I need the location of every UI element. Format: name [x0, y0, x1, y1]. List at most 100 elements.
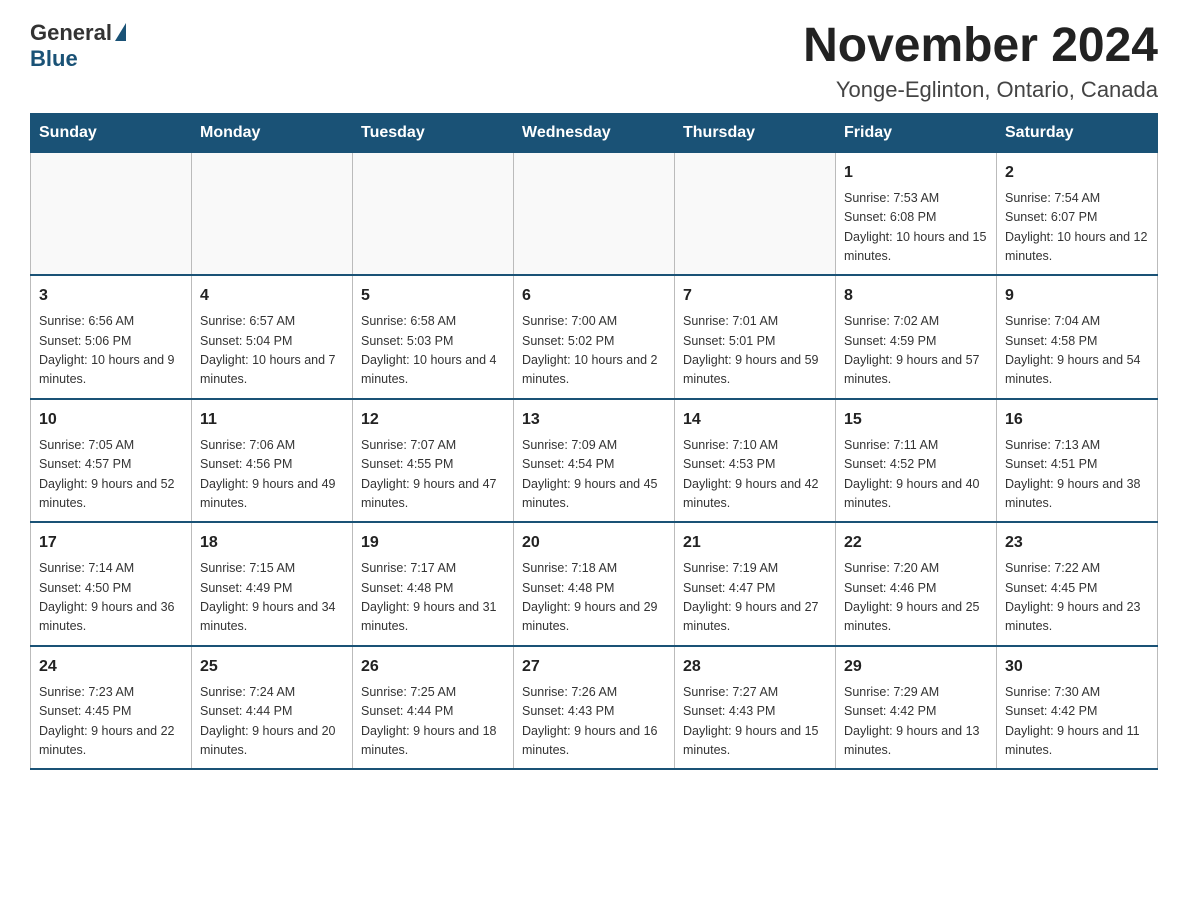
calendar-cell: 9 Sunrise: 7:04 AMSunset: 4:58 PMDaylight… — [997, 275, 1158, 399]
day-number: 19 — [361, 531, 505, 555]
day-info: Sunrise: 7:20 AMSunset: 4:46 PMDaylight:… — [844, 559, 988, 637]
day-number: 13 — [522, 408, 666, 432]
day-info: Sunrise: 7:15 AMSunset: 4:49 PMDaylight:… — [200, 559, 344, 637]
calendar-cell: 22 Sunrise: 7:20 AMSunset: 4:46 PMDayligh… — [836, 522, 997, 646]
calendar-header-saturday: Saturday — [997, 113, 1158, 152]
day-number: 14 — [683, 408, 827, 432]
calendar-cell: 6Sunrise: 7:00 AMSunset: 5:02 PMDaylight… — [514, 275, 675, 399]
day-number: 17 — [39, 531, 183, 555]
page-header: General Blue November 2024 Yonge-Eglinto… — [30, 20, 1158, 103]
calendar-cell: 30 Sunrise: 7:30 AMSunset: 4:42 PMDayligh… — [997, 646, 1158, 770]
calendar-cell: 17 Sunrise: 7:14 AMSunset: 4:50 PMDayligh… — [31, 522, 192, 646]
calendar-header-thursday: Thursday — [675, 113, 836, 152]
day-info: Sunrise: 7:53 AMSunset: 6:08 PMDaylight:… — [844, 189, 988, 267]
calendar-cell: 29 Sunrise: 7:29 AMSunset: 4:42 PMDayligh… — [836, 646, 997, 770]
day-number: 12 — [361, 408, 505, 432]
day-number: 22 — [844, 531, 988, 555]
calendar-cell: 28Sunrise: 7:27 AMSunset: 4:43 PMDayligh… — [675, 646, 836, 770]
logo-general-text: General — [30, 20, 112, 46]
calendar-cell: 3 Sunrise: 6:56 AMSunset: 5:06 PMDaylight… — [31, 275, 192, 399]
calendar-cell: 2Sunrise: 7:54 AMSunset: 6:07 PMDaylight… — [997, 152, 1158, 275]
day-info: Sunrise: 7:54 AMSunset: 6:07 PMDaylight:… — [1005, 189, 1149, 267]
day-info: Sunrise: 7:17 AMSunset: 4:48 PMDaylight:… — [361, 559, 505, 637]
day-number: 10 — [39, 408, 183, 432]
calendar-cell: 23 Sunrise: 7:22 AMSunset: 4:45 PMDayligh… — [997, 522, 1158, 646]
calendar-cell: 20 Sunrise: 7:18 AMSunset: 4:48 PMDayligh… — [514, 522, 675, 646]
day-info: Sunrise: 7:09 AMSunset: 4:54 PMDaylight:… — [522, 436, 666, 514]
calendar-cell: 19 Sunrise: 7:17 AMSunset: 4:48 PMDayligh… — [353, 522, 514, 646]
calendar-cell: 26Sunrise: 7:25 AMSunset: 4:44 PMDayligh… — [353, 646, 514, 770]
calendar-cell: 10 Sunrise: 7:05 AMSunset: 4:57 PMDayligh… — [31, 399, 192, 523]
calendar-week-row: 10 Sunrise: 7:05 AMSunset: 4:57 PMDayligh… — [31, 399, 1158, 523]
day-number: 7 — [683, 284, 827, 308]
calendar-cell — [192, 152, 353, 275]
calendar-header-sunday: Sunday — [31, 113, 192, 152]
day-info: Sunrise: 6:58 AMSunset: 5:03 PMDaylight:… — [361, 312, 505, 390]
calendar-subtitle: Yonge-Eglinton, Ontario, Canada — [803, 77, 1158, 103]
calendar-cell: 14Sunrise: 7:10 AMSunset: 4:53 PMDayligh… — [675, 399, 836, 523]
calendar-header-tuesday: Tuesday — [353, 113, 514, 152]
day-info: Sunrise: 7:02 AMSunset: 4:59 PMDaylight:… — [844, 312, 988, 390]
calendar-cell — [353, 152, 514, 275]
title-block: November 2024 Yonge-Eglinton, Ontario, C… — [803, 20, 1158, 103]
day-number: 27 — [522, 655, 666, 679]
day-number: 21 — [683, 531, 827, 555]
day-info: Sunrise: 7:06 AMSunset: 4:56 PMDaylight:… — [200, 436, 344, 514]
calendar-cell: 25Sunrise: 7:24 AMSunset: 4:44 PMDayligh… — [192, 646, 353, 770]
logo-blue-text: Blue — [30, 46, 78, 71]
calendar-cell: 24Sunrise: 7:23 AMSunset: 4:45 PMDayligh… — [31, 646, 192, 770]
day-info: Sunrise: 7:30 AMSunset: 4:42 PMDaylight:… — [1005, 683, 1149, 761]
day-number: 16 — [1005, 408, 1149, 432]
day-info: Sunrise: 7:26 AMSunset: 4:43 PMDaylight:… — [522, 683, 666, 761]
calendar-cell: 12 Sunrise: 7:07 AMSunset: 4:55 PMDayligh… — [353, 399, 514, 523]
day-info: Sunrise: 7:14 AMSunset: 4:50 PMDaylight:… — [39, 559, 183, 637]
calendar-cell: 27 Sunrise: 7:26 AMSunset: 4:43 PMDayligh… — [514, 646, 675, 770]
calendar-cell: 13 Sunrise: 7:09 AMSunset: 4:54 PMDayligh… — [514, 399, 675, 523]
calendar-title: November 2024 — [803, 20, 1158, 73]
day-number: 3 — [39, 284, 183, 308]
day-info: Sunrise: 7:25 AMSunset: 4:44 PMDaylight:… — [361, 683, 505, 761]
day-info: Sunrise: 7:04 AMSunset: 4:58 PMDaylight:… — [1005, 312, 1149, 390]
day-info: Sunrise: 7:22 AMSunset: 4:45 PMDaylight:… — [1005, 559, 1149, 637]
calendar-cell: 18 Sunrise: 7:15 AMSunset: 4:49 PMDayligh… — [192, 522, 353, 646]
calendar-header-wednesday: Wednesday — [514, 113, 675, 152]
logo: General Blue — [30, 20, 126, 72]
day-info: Sunrise: 7:13 AMSunset: 4:51 PMDaylight:… — [1005, 436, 1149, 514]
day-info: Sunrise: 7:00 AMSunset: 5:02 PMDaylight:… — [522, 312, 666, 390]
day-info: Sunrise: 7:18 AMSunset: 4:48 PMDaylight:… — [522, 559, 666, 637]
day-number: 11 — [200, 408, 344, 432]
calendar-cell: 7 Sunrise: 7:01 AMSunset: 5:01 PMDaylight… — [675, 275, 836, 399]
calendar-header-row: SundayMondayTuesdayWednesdayThursdayFrid… — [31, 113, 1158, 152]
day-info: Sunrise: 7:11 AMSunset: 4:52 PMDaylight:… — [844, 436, 988, 514]
calendar-cell — [675, 152, 836, 275]
day-info: Sunrise: 7:01 AMSunset: 5:01 PMDaylight:… — [683, 312, 827, 390]
day-number: 4 — [200, 284, 344, 308]
calendar-week-row: 17 Sunrise: 7:14 AMSunset: 4:50 PMDayligh… — [31, 522, 1158, 646]
day-number: 23 — [1005, 531, 1149, 555]
day-number: 25 — [200, 655, 344, 679]
day-info: Sunrise: 7:19 AMSunset: 4:47 PMDaylight:… — [683, 559, 827, 637]
calendar-header-monday: Monday — [192, 113, 353, 152]
day-number: 30 — [1005, 655, 1149, 679]
day-number: 8 — [844, 284, 988, 308]
calendar-cell: 15 Sunrise: 7:11 AMSunset: 4:52 PMDayligh… — [836, 399, 997, 523]
calendar-cell: 5Sunrise: 6:58 AMSunset: 5:03 PMDaylight… — [353, 275, 514, 399]
day-number: 1 — [844, 161, 988, 185]
calendar-cell: 16 Sunrise: 7:13 AMSunset: 4:51 PMDayligh… — [997, 399, 1158, 523]
day-info: Sunrise: 7:07 AMSunset: 4:55 PMDaylight:… — [361, 436, 505, 514]
day-info: Sunrise: 6:56 AMSunset: 5:06 PMDaylight:… — [39, 312, 183, 390]
day-number: 15 — [844, 408, 988, 432]
day-number: 9 — [1005, 284, 1149, 308]
calendar-cell: 1 Sunrise: 7:53 AMSunset: 6:08 PMDaylight… — [836, 152, 997, 275]
day-info: Sunrise: 7:29 AMSunset: 4:42 PMDaylight:… — [844, 683, 988, 761]
day-number: 29 — [844, 655, 988, 679]
day-info: Sunrise: 7:05 AMSunset: 4:57 PMDaylight:… — [39, 436, 183, 514]
day-number: 20 — [522, 531, 666, 555]
calendar-header-friday: Friday — [836, 113, 997, 152]
day-number: 18 — [200, 531, 344, 555]
day-number: 24 — [39, 655, 183, 679]
calendar-cell: 21 Sunrise: 7:19 AMSunset: 4:47 PMDayligh… — [675, 522, 836, 646]
calendar-week-row: 1 Sunrise: 7:53 AMSunset: 6:08 PMDaylight… — [31, 152, 1158, 275]
day-info: Sunrise: 7:27 AMSunset: 4:43 PMDaylight:… — [683, 683, 827, 761]
calendar-cell: 4Sunrise: 6:57 AMSunset: 5:04 PMDaylight… — [192, 275, 353, 399]
